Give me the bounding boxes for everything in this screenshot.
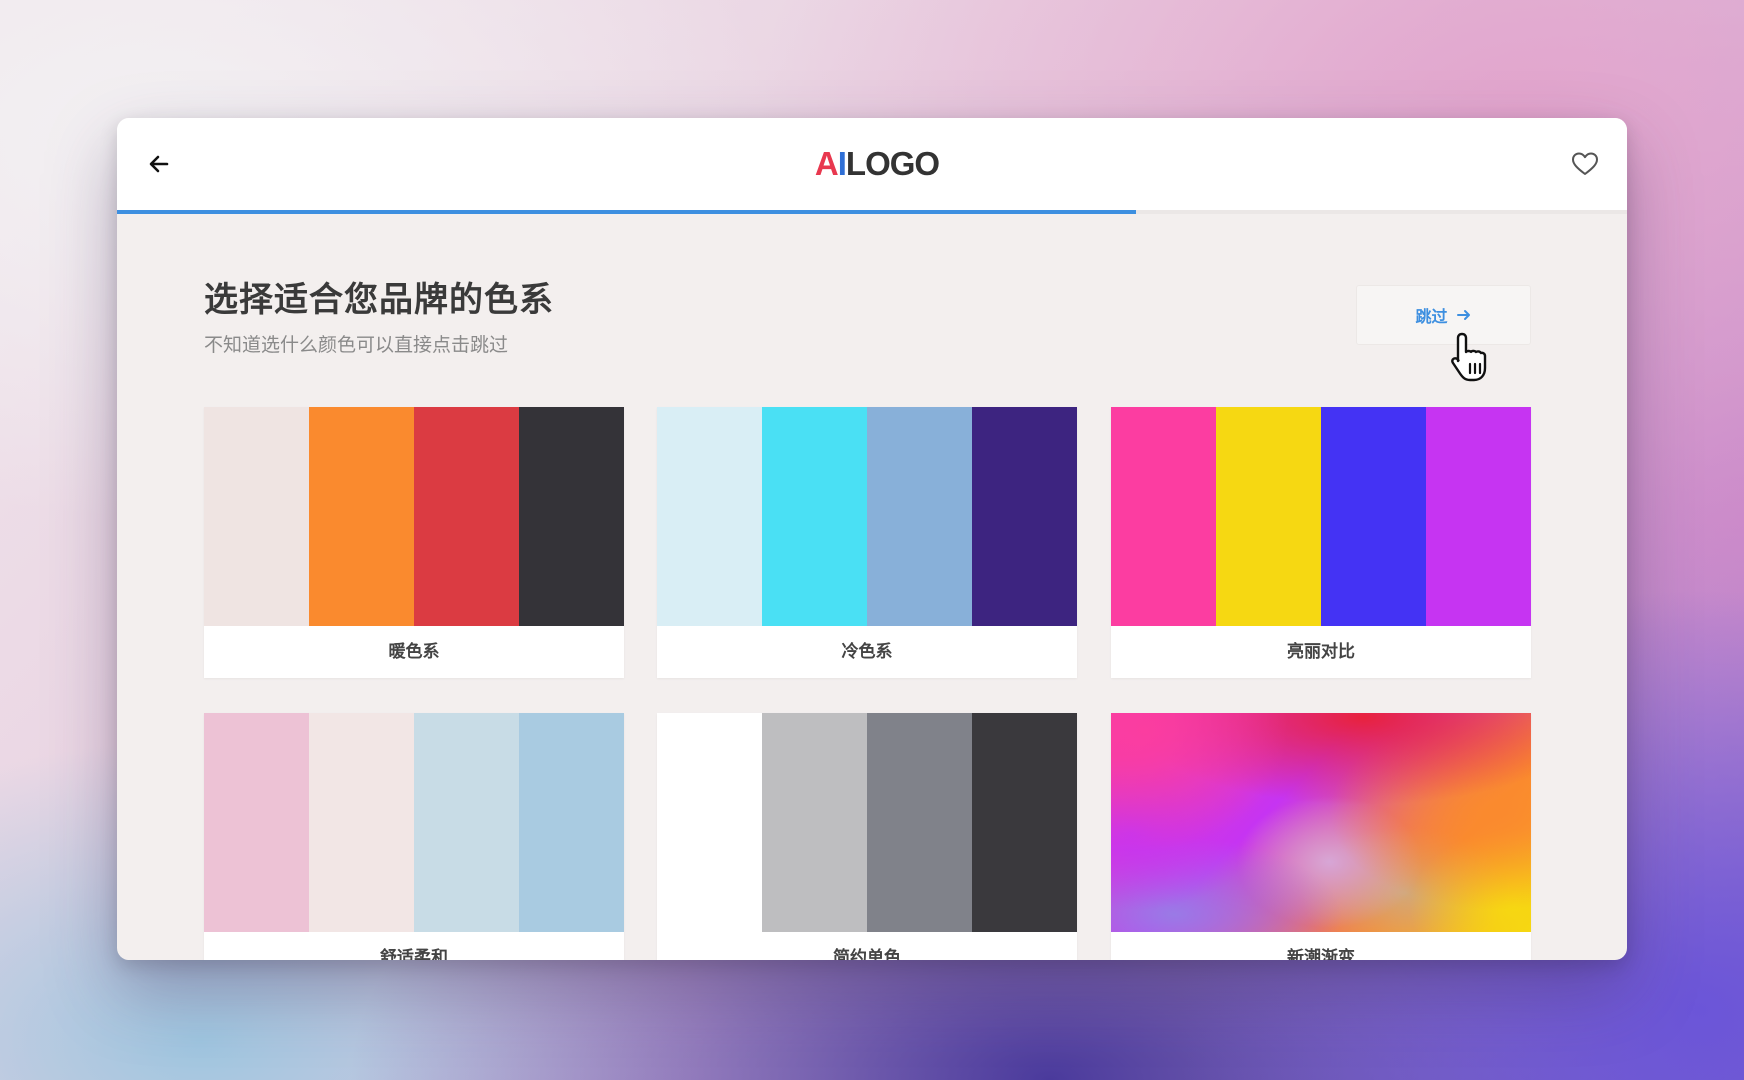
heart-outline-icon — [1572, 152, 1598, 175]
color-swatch — [204, 713, 309, 932]
desktop-background: A I LOGO 选择适合您品牌的色系 不知道选什么颜色可以直接点击跳过 跳过 暖色… — [0, 0, 1744, 1080]
color-swatch — [309, 407, 414, 626]
palette-swatches — [204, 407, 624, 626]
palette-swatches — [1111, 407, 1531, 626]
palette-card-trendy-gradient[interactable]: 新潮渐变 — [1111, 713, 1531, 960]
color-swatch — [1216, 407, 1321, 626]
progress-bar — [117, 210, 1627, 214]
palette-label: 舒适柔和 — [380, 948, 448, 960]
color-swatch — [1426, 407, 1531, 626]
palette-card-cool[interactable]: 冷色系 — [657, 407, 1077, 678]
color-swatch — [972, 713, 1077, 932]
page-title: 选择适合您品牌的色系 — [204, 280, 554, 320]
palette-label: 新潮渐变 — [1287, 948, 1355, 960]
arrow-left-icon — [149, 155, 169, 173]
back-button[interactable] — [139, 144, 179, 184]
color-swatch — [1321, 407, 1426, 626]
color-swatch — [414, 713, 519, 932]
color-swatch — [762, 713, 867, 932]
color-swatch — [867, 407, 972, 626]
palette-card-minimal-mono[interactable]: 简约单色 — [657, 713, 1077, 960]
page-subtitle: 不知道选什么颜色可以直接点击跳过 — [204, 334, 509, 356]
hand-pointer-cursor-icon — [1451, 332, 1487, 382]
palette-label: 简约单色 — [833, 948, 901, 960]
top-bar: A I LOGO — [117, 118, 1627, 211]
color-swatch — [867, 713, 972, 932]
gradient-swatch — [1111, 713, 1531, 932]
color-swatch — [519, 407, 624, 626]
color-swatch — [657, 407, 762, 626]
palette-card-bright-contrast[interactable]: 亮丽对比 — [1111, 407, 1531, 678]
palette-swatches — [657, 713, 1077, 932]
color-swatch — [762, 407, 867, 626]
progress-fill — [117, 210, 1137, 214]
palette-label: 冷色系 — [841, 642, 893, 662]
app-window: A I LOGO 选择适合您品牌的色系 不知道选什么颜色可以直接点击跳过 跳过 暖色… — [117, 118, 1627, 960]
palette-swatches — [657, 407, 1077, 626]
favorite-button[interactable] — [1565, 144, 1605, 184]
color-swatch — [1111, 407, 1216, 626]
color-swatch — [309, 713, 414, 932]
color-swatch — [414, 407, 519, 626]
arrow-right-icon — [1456, 310, 1470, 320]
palette-label: 亮丽对比 — [1287, 642, 1355, 662]
palette-label: 暖色系 — [388, 642, 440, 662]
skip-button-label: 跳过 — [1415, 307, 1448, 326]
app-logo: A I LOGO — [814, 145, 940, 182]
skip-button[interactable]: 跳过 — [1356, 285, 1531, 345]
color-swatch — [657, 713, 762, 932]
palette-card-soft[interactable]: 舒适柔和 — [204, 713, 624, 960]
palette-card-warm[interactable]: 暖色系 — [204, 407, 624, 678]
color-swatch — [519, 713, 624, 932]
palette-swatches — [204, 713, 624, 932]
color-swatch — [972, 407, 1077, 626]
color-swatch — [204, 407, 309, 626]
